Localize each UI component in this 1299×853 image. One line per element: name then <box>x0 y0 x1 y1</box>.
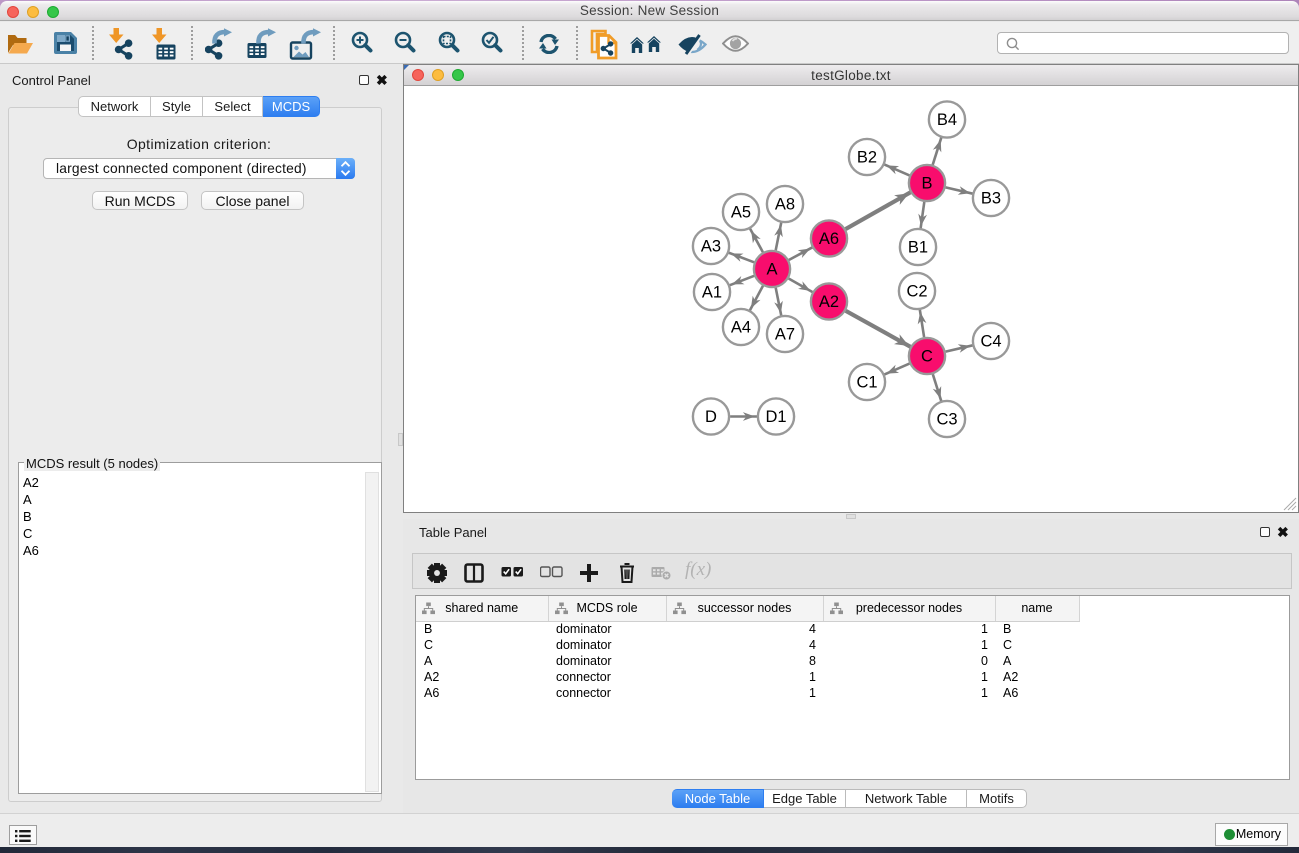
svg-text:D1: D1 <box>765 408 786 426</box>
svg-text:C4: C4 <box>980 333 1001 351</box>
svg-text:A6: A6 <box>819 230 839 248</box>
svg-text:A5: A5 <box>731 204 751 222</box>
svg-text:D: D <box>705 408 717 426</box>
svg-text:A1: A1 <box>702 284 722 302</box>
svg-text:B: B <box>921 175 932 193</box>
svg-text:B3: B3 <box>981 190 1001 208</box>
svg-text:C1: C1 <box>856 374 877 392</box>
svg-text:B2: B2 <box>857 149 877 167</box>
svg-text:A: A <box>766 261 777 279</box>
svg-text:A7: A7 <box>775 326 795 344</box>
svg-text:A2: A2 <box>819 293 839 311</box>
svg-text:A8: A8 <box>775 196 795 214</box>
svg-text:C2: C2 <box>906 283 927 301</box>
svg-text:A4: A4 <box>731 319 751 337</box>
svg-text:B4: B4 <box>937 111 957 129</box>
svg-text:A3: A3 <box>701 238 721 256</box>
svg-text:C: C <box>921 348 933 366</box>
svg-text:B1: B1 <box>908 239 928 257</box>
svg-text:C3: C3 <box>936 411 957 429</box>
